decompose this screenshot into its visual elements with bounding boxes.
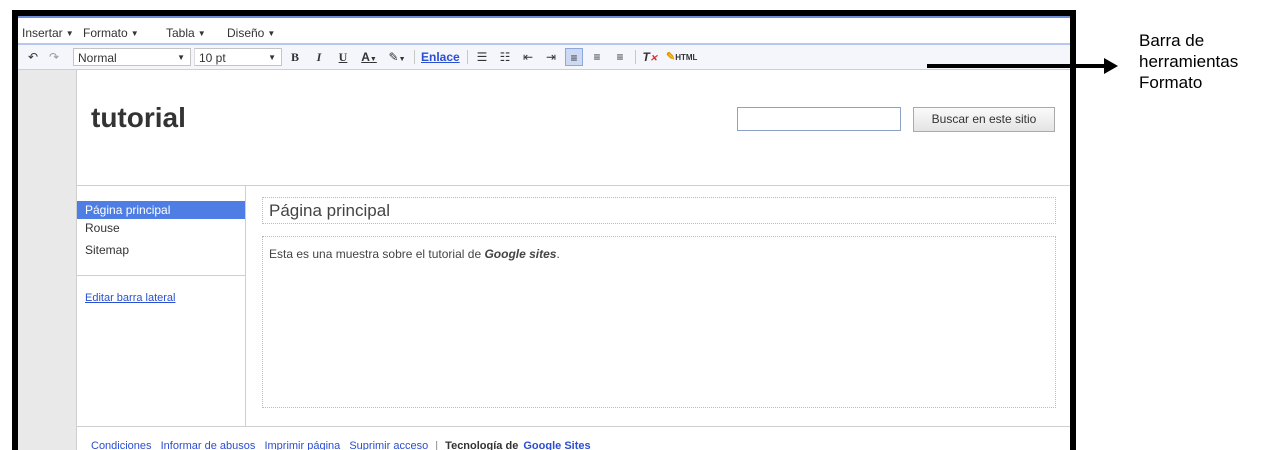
text-color-button[interactable]: A▼ xyxy=(358,48,380,66)
text-color-icon: A xyxy=(361,50,370,64)
content-text: Esta es una muestra sobre el tutorial de… xyxy=(269,247,560,261)
menu-bar-accent xyxy=(18,16,1070,18)
menu-diseno[interactable]: Diseño ▼ xyxy=(227,26,275,40)
toolbar-divider xyxy=(467,50,468,64)
chevron-down-icon: ▼ xyxy=(268,53,276,62)
site-page: tutorial Buscar en este sitio Página pri… xyxy=(76,70,1070,450)
style-select[interactable]: Normal ▼ xyxy=(73,48,191,66)
highlighter-icon: ✎ xyxy=(388,50,399,64)
sidebar-divider xyxy=(77,275,245,276)
chevron-down-icon: ▼ xyxy=(177,53,185,62)
site-title[interactable]: tutorial xyxy=(91,102,186,134)
content-text-prefix: Esta es una muestra sobre el tutorial de xyxy=(269,247,485,261)
footer-link-condiciones[interactable]: Condiciones xyxy=(91,440,152,450)
indent-decrease-icon[interactable]: ⇤ xyxy=(519,48,537,66)
menu-insertar[interactable]: Insertar ▼ xyxy=(22,26,74,40)
menu-tabla-label: Tabla xyxy=(166,26,195,40)
align-center-icon[interactable]: ≡ xyxy=(588,48,606,66)
search-button[interactable]: Buscar en este sitio xyxy=(913,107,1055,132)
content-editor[interactable]: Esta es una muestra sobre el tutorial de… xyxy=(262,236,1056,408)
annotation-line-2: herramientas xyxy=(1139,52,1239,71)
footer-divider xyxy=(77,426,1070,427)
content-text-suffix: . xyxy=(556,247,560,261)
format-toolbar: ↶ ↷ Normal ▼ 10 pt ▼ B I U A▼ ✎▼ Enlace … xyxy=(18,45,1070,70)
chevron-down-icon: ▼ xyxy=(197,29,206,38)
toolbar-divider xyxy=(635,50,636,64)
remove-formatting-icon[interactable]: T✕ xyxy=(641,48,659,66)
chevron-down-icon: ▼ xyxy=(369,56,377,63)
page-title: Página principal xyxy=(269,201,390,220)
footer-link-informar-abusos[interactable]: Informar de abusos xyxy=(161,440,256,450)
redo-icon[interactable]: ↷ xyxy=(45,48,63,66)
sidebar: Página principal Rouse Sitemap Editar ba… xyxy=(77,186,246,426)
menu-diseno-label: Diseño xyxy=(227,26,265,40)
align-right-icon[interactable]: ≡ xyxy=(611,48,629,66)
pencil-icon: ✎ xyxy=(666,51,676,63)
italic-button[interactable]: I xyxy=(310,48,328,66)
font-size-value: 10 pt xyxy=(199,51,226,65)
annotation-arrow-head xyxy=(1104,58,1118,74)
edit-sidebar-link[interactable]: Editar barra lateral xyxy=(85,292,176,304)
footer-separator: | xyxy=(435,440,439,450)
footer-link-imprimir[interactable]: Imprimir página xyxy=(264,440,340,450)
numbered-list-icon[interactable]: ☰ xyxy=(473,48,491,66)
bold-button[interactable]: B xyxy=(286,48,304,66)
annotation-label: Barra de herramientas Formato xyxy=(1139,30,1238,93)
chevron-down-icon: ▼ xyxy=(65,29,74,38)
undo-icon[interactable]: ↶ xyxy=(24,48,42,66)
menu-bar: Insertar ▼ Formato ▼ Tabla ▼ Diseño ▼ xyxy=(18,16,1070,45)
highlight-color-button[interactable]: ✎▼ xyxy=(386,48,408,66)
style-select-value: Normal xyxy=(78,51,117,65)
indent-increase-icon[interactable]: ⇥ xyxy=(542,48,560,66)
html-label: HTML xyxy=(675,53,698,62)
toolbar-divider xyxy=(414,50,415,64)
menu-formato[interactable]: Formato ▼ xyxy=(83,26,139,40)
html-edit-button[interactable]: ✎HTML xyxy=(666,48,697,66)
content-text-bold: Google sites xyxy=(484,247,557,261)
footer-link-suprimir-acceso[interactable]: Suprimir acceso xyxy=(349,440,428,450)
menu-insertar-label: Insertar xyxy=(22,26,63,40)
chevron-down-icon: ▼ xyxy=(398,56,406,63)
footer-tech-label: Tecnología de xyxy=(445,440,519,450)
page-title-field[interactable]: Página principal xyxy=(262,197,1056,224)
search-input[interactable] xyxy=(737,107,901,131)
sidebar-item-sitemap[interactable]: Sitemap xyxy=(77,241,245,259)
link-button[interactable]: Enlace xyxy=(421,48,460,66)
menu-tabla[interactable]: Tabla ▼ xyxy=(166,26,206,40)
screenshot-frame: Insertar ▼ Formato ▼ Tabla ▼ Diseño ▼ ↶ ↷ No… xyxy=(12,10,1076,450)
annotation-arrow-line xyxy=(927,64,1107,68)
sidebar-item-rouse[interactable]: Rouse xyxy=(77,219,245,237)
menu-formato-label: Formato xyxy=(83,26,128,40)
align-left-icon[interactable]: ≡ xyxy=(565,48,583,66)
chevron-down-icon: ▼ xyxy=(130,29,139,38)
footer-google-sites-link[interactable]: Google Sites xyxy=(523,440,590,450)
font-size-select[interactable]: 10 pt ▼ xyxy=(194,48,282,66)
underline-button[interactable]: U xyxy=(334,48,352,66)
sidebar-item-pagina-principal[interactable]: Página principal xyxy=(77,201,245,219)
bulleted-list-icon[interactable]: ☷ xyxy=(496,48,514,66)
footer: Condiciones Informar de abusos Imprimir … xyxy=(91,440,597,450)
annotation-line-1: Barra de xyxy=(1139,31,1205,50)
annotation-line-3: Formato xyxy=(1139,73,1203,92)
chevron-down-icon: ▼ xyxy=(267,29,276,38)
